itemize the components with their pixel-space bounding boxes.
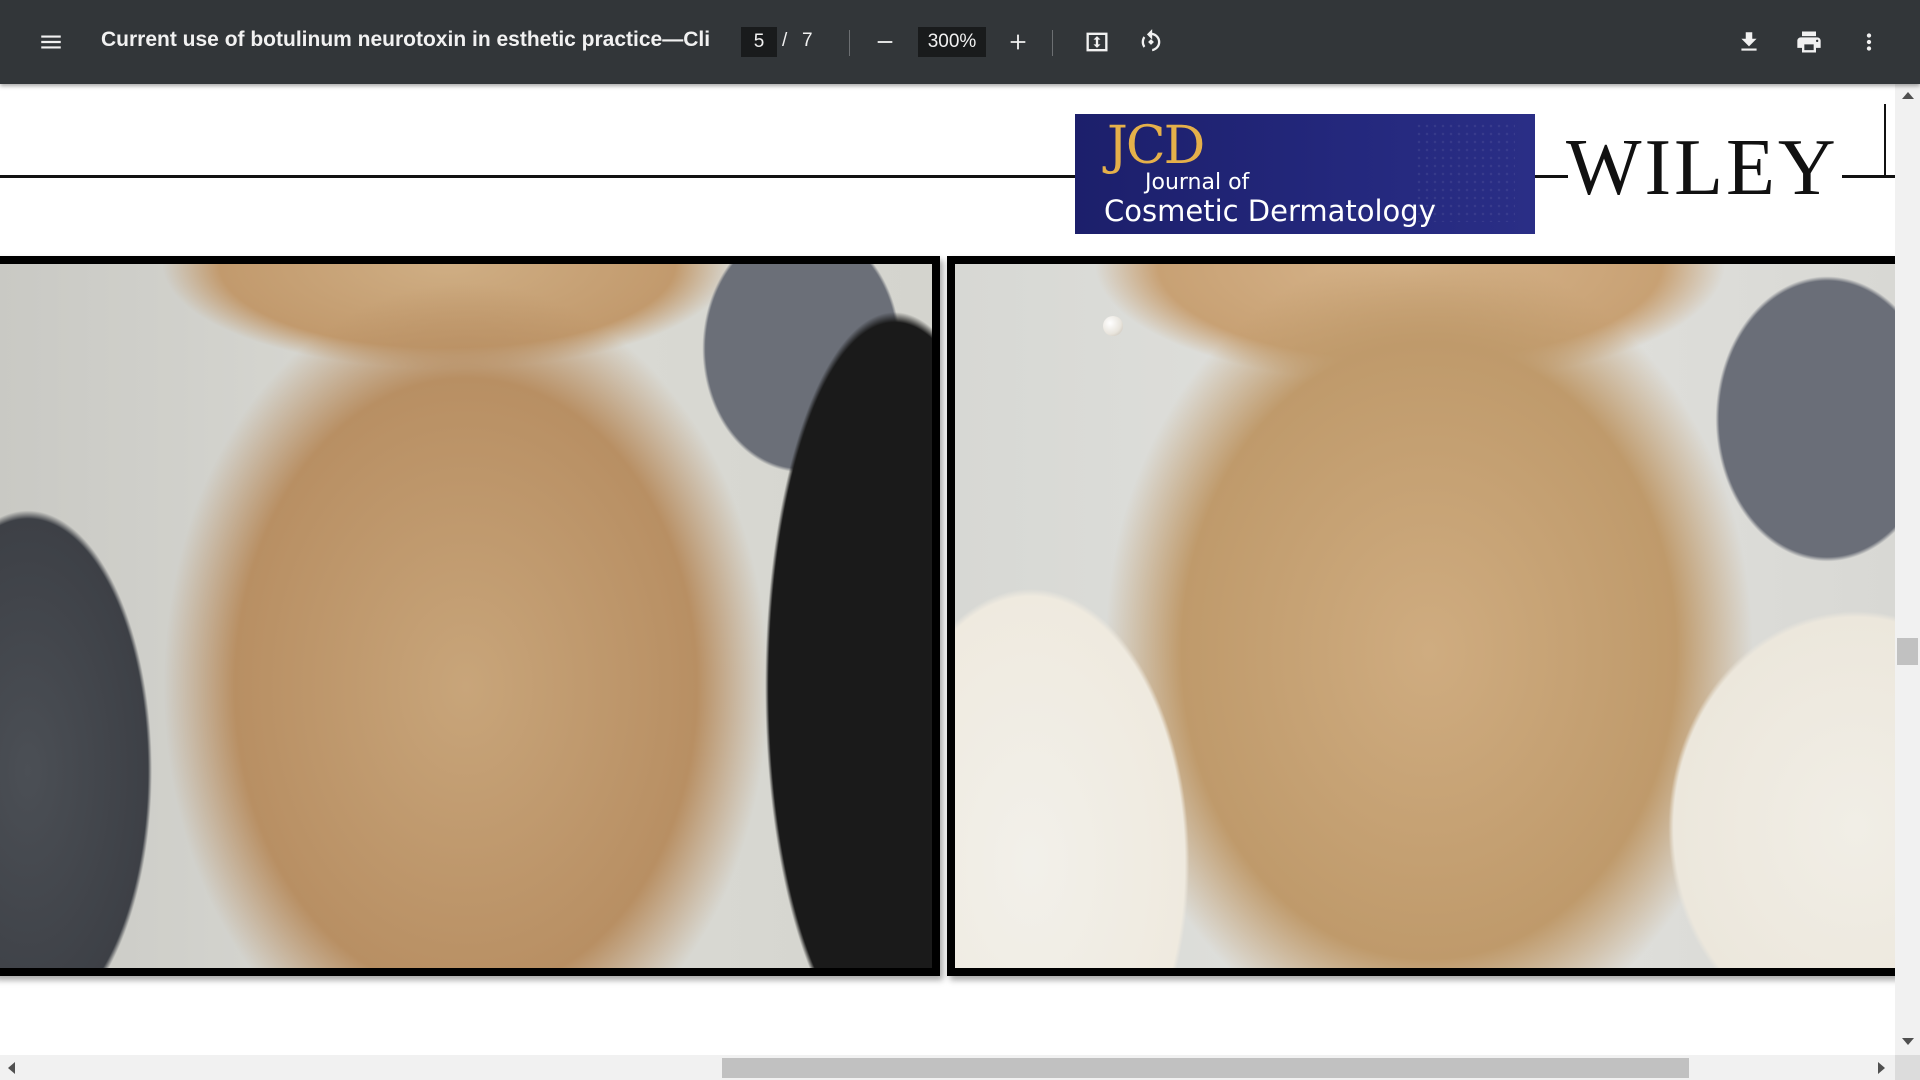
vertical-scrollbar-thumb[interactable] <box>1897 638 1918 665</box>
zoom-in-button[interactable] <box>994 18 1042 66</box>
header-rule <box>0 175 1076 178</box>
toolbar-divider <box>1052 30 1053 56</box>
scroll-left-arrow-icon[interactable] <box>8 1062 15 1074</box>
plus-icon <box>1010 34 1026 50</box>
horizontal-scrollbar-thumb[interactable] <box>722 1058 1689 1078</box>
scroll-up-arrow-icon[interactable] <box>1902 92 1914 99</box>
figure-photo-after <box>947 256 1895 976</box>
journal-logo: JCD Journal of Cosmetic Dermatology <box>1075 114 1535 234</box>
menu-icon <box>41 35 61 49</box>
zoom-out-button[interactable] <box>861 18 909 66</box>
header-rule <box>1535 175 1568 178</box>
page-number-input[interactable] <box>741 27 777 57</box>
vertical-scrollbar[interactable] <box>1895 84 1920 1055</box>
publisher-logo: WILEY <box>1566 124 1839 212</box>
journal-name-line2: Cosmetic Dermatology <box>1104 194 1436 228</box>
download-icon <box>1741 32 1757 51</box>
header-rule <box>1842 175 1895 178</box>
pdf-page-viewport[interactable]: JCD Journal of Cosmetic Dermatology WILE… <box>0 84 1895 1055</box>
print-icon <box>1797 31 1821 53</box>
zoom-level-input[interactable] <box>918 27 986 57</box>
header-rule-vertical <box>1884 104 1886 178</box>
minus-icon <box>877 41 893 43</box>
document-title: Current use of botulinum neurotoxin in e… <box>101 28 711 51</box>
scrollbar-corner <box>1895 1055 1920 1080</box>
journal-name-line1: Journal of <box>1145 170 1250 195</box>
figure-photo-before <box>0 256 940 976</box>
fit-to-page-button[interactable] <box>1073 18 1121 66</box>
pdf-toolbar: Current use of botulinum neurotoxin in e… <box>0 0 1920 84</box>
journal-abbreviation: JCD <box>1107 116 1205 176</box>
scroll-right-arrow-icon[interactable] <box>1878 1062 1885 1074</box>
fit-to-page-icon <box>1086 32 1108 52</box>
page-separator: / <box>782 30 788 51</box>
scroll-down-arrow-icon[interactable] <box>1902 1038 1914 1045</box>
more-vert-icon <box>1866 33 1872 51</box>
page-total: 7 <box>802 30 813 51</box>
rotate-button[interactable] <box>1127 18 1175 66</box>
menu-button[interactable] <box>27 18 75 66</box>
pearl-earring <box>1103 316 1123 336</box>
toolbar-divider <box>849 30 850 56</box>
rotate-counterclockwise-icon <box>1141 29 1161 52</box>
more-actions-button[interactable] <box>1845 18 1893 66</box>
print-button[interactable] <box>1785 18 1833 66</box>
download-button[interactable] <box>1725 18 1773 66</box>
